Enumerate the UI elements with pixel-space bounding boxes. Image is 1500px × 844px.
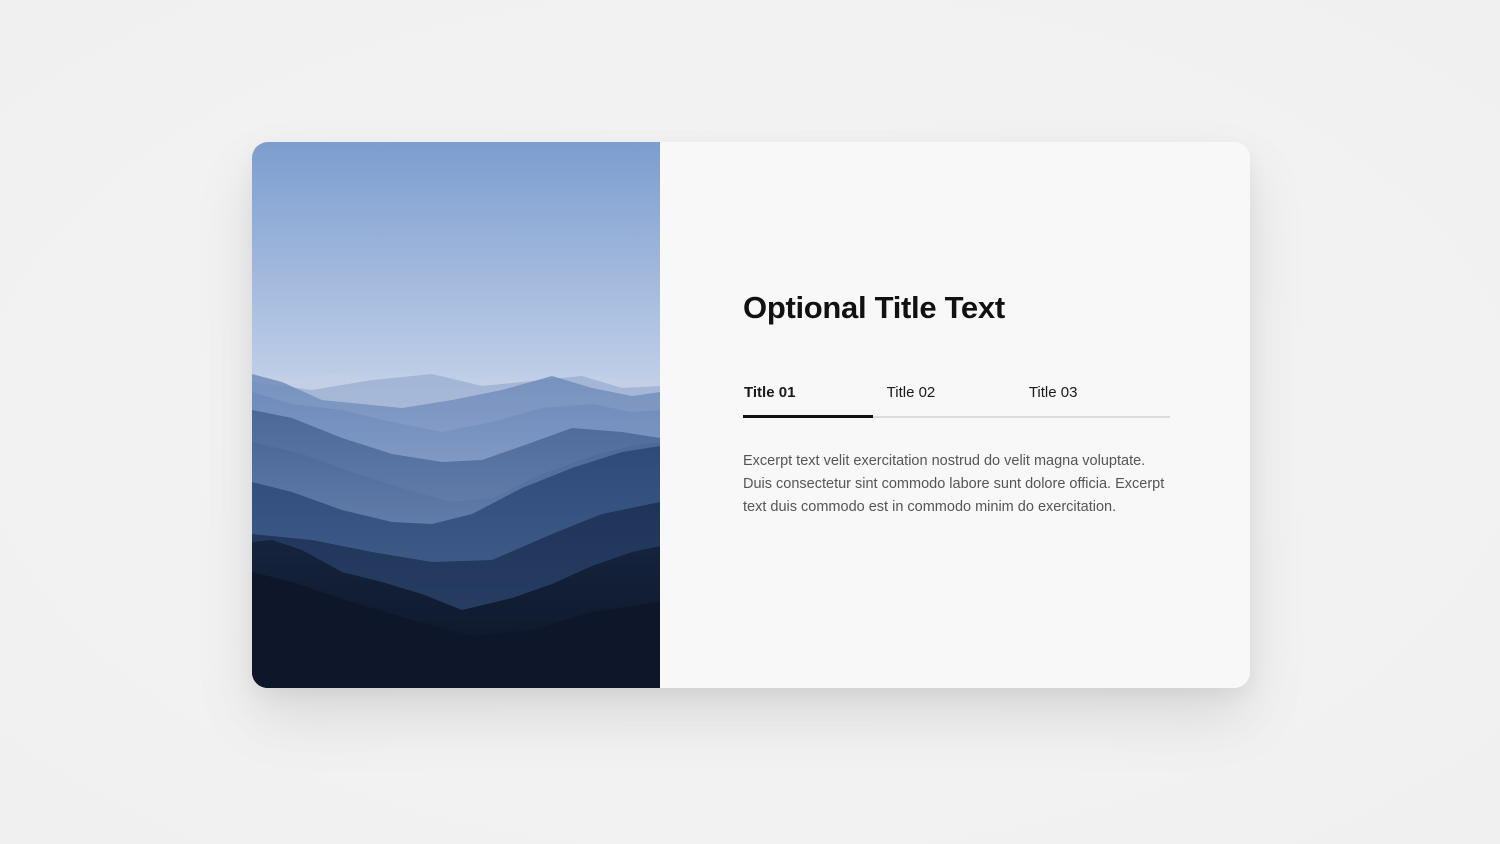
tab-title-01[interactable]: Title 01 (743, 382, 873, 418)
tab-bar: Title 01 Title 02 Title 03 (743, 382, 1170, 418)
mountain-landscape-image (252, 142, 660, 688)
page-background: Optional Title Text Title 01 Title 02 Ti… (0, 0, 1500, 844)
tab-title-02[interactable]: Title 02 (886, 382, 1028, 416)
content-pane: Optional Title Text Title 01 Title 02 Ti… (660, 142, 1250, 688)
tab-title-03[interactable]: Title 03 (1028, 382, 1170, 416)
mountain-landscape-illustration (252, 142, 660, 688)
content-card: Optional Title Text Title 01 Title 02 Ti… (252, 142, 1250, 688)
excerpt-text: Excerpt text velit exercitation nostrud … (743, 453, 1165, 515)
card-title: Optional Title Text (743, 290, 1005, 325)
